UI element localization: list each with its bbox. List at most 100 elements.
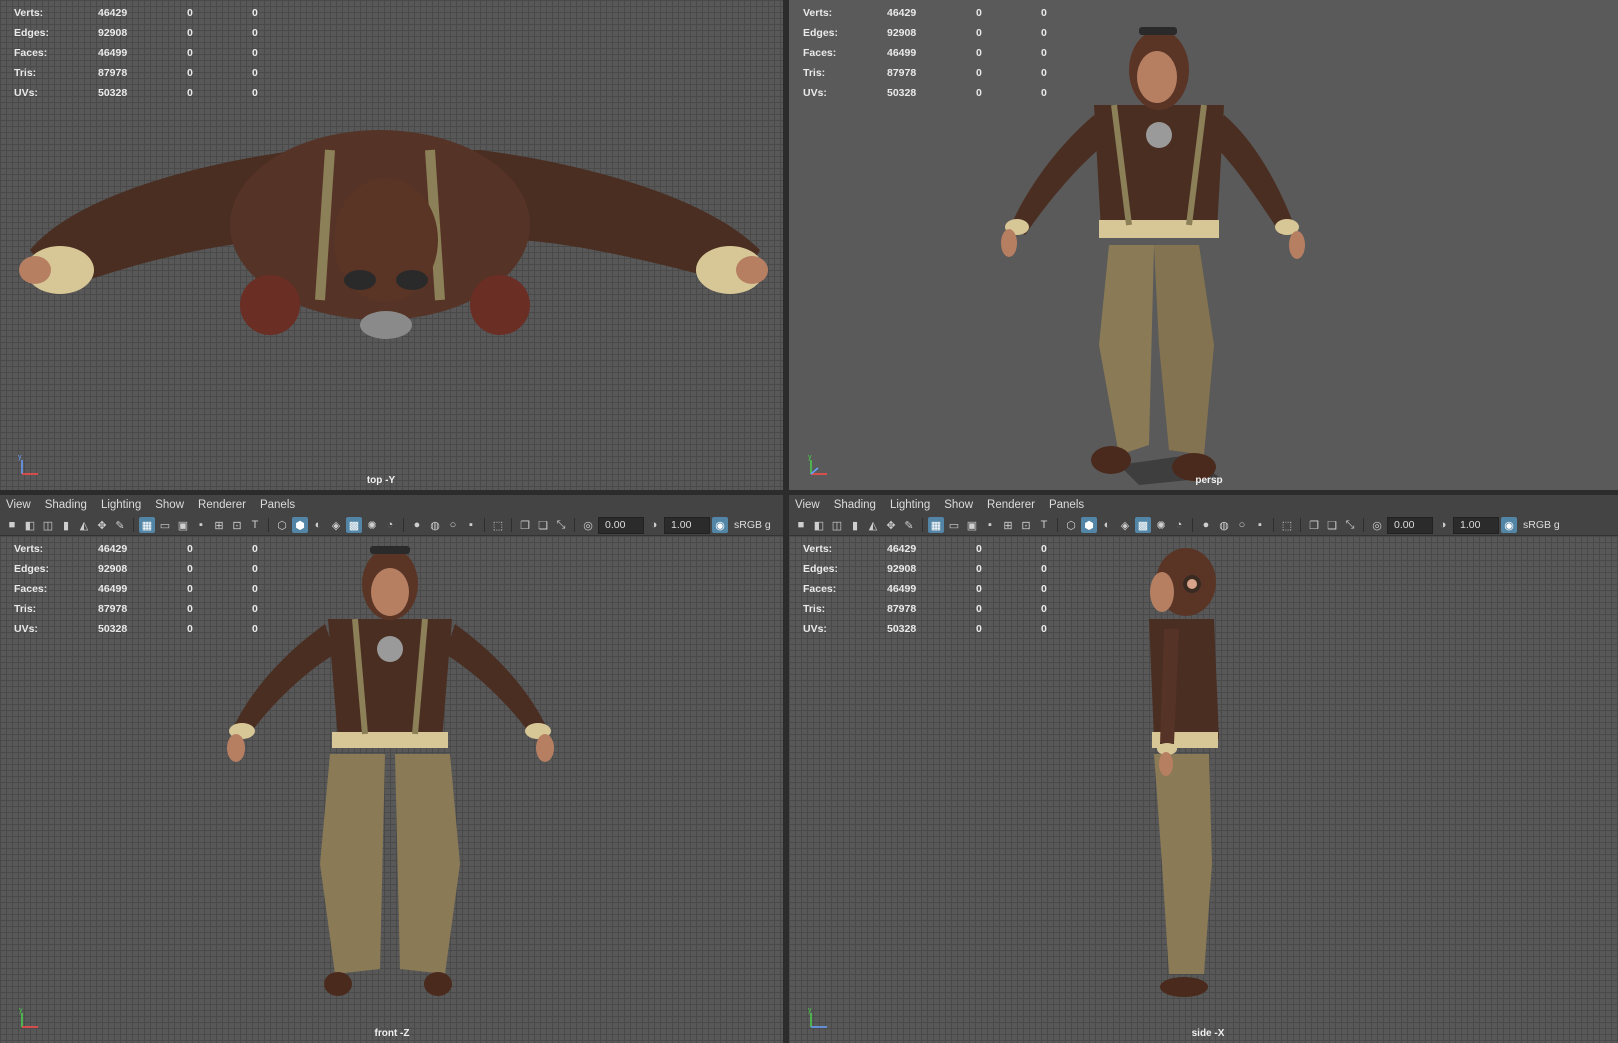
toolbar-separator bbox=[133, 518, 134, 532]
wireframe-on-shaded-icon[interactable]: ◈ bbox=[1117, 517, 1133, 533]
grease-pencil-icon[interactable]: ✎ bbox=[901, 517, 917, 533]
lights-icon[interactable]: ✺ bbox=[364, 517, 380, 533]
shadows-icon[interactable]: ◔ bbox=[1171, 517, 1187, 533]
lights-icon[interactable]: ✺ bbox=[1153, 517, 1169, 533]
xray-joints-icon[interactable]: ⤡ bbox=[1342, 517, 1358, 533]
camera-icon[interactable]: ■ bbox=[793, 517, 809, 533]
screen-space-ao-icon[interactable]: ● bbox=[409, 517, 425, 533]
exposure-field[interactable]: 0.00 bbox=[1387, 516, 1433, 534]
shadows-icon[interactable]: ◔ bbox=[382, 517, 398, 533]
axis-gizmo-side: y bbox=[808, 1007, 827, 1028]
menu-show[interactable]: Show bbox=[149, 499, 192, 511]
menu-panels[interactable]: Panels bbox=[1043, 499, 1092, 511]
field-chart-icon[interactable]: ⊞ bbox=[211, 517, 227, 533]
2d-pan-zoom-icon[interactable]: ✥ bbox=[883, 517, 899, 533]
camera-attributes-icon[interactable]: ◧ bbox=[811, 517, 827, 533]
exposure-icon[interactable]: ◎ bbox=[1369, 517, 1385, 533]
screen-space-ao-icon[interactable]: ● bbox=[1198, 517, 1214, 533]
xray-active-components-icon[interactable]: ❏ bbox=[535, 517, 551, 533]
menu-shading[interactable]: Shading bbox=[828, 499, 884, 511]
camera-icon[interactable]: ■ bbox=[4, 517, 20, 533]
smooth-shade-icon[interactable]: ⬢ bbox=[1081, 517, 1097, 533]
motion-blur-icon[interactable]: ◍ bbox=[1216, 517, 1232, 533]
viewport-persp[interactable]: Verts: 46429 0 0 Edges: 92908 0 0 Faces: 46499 0… bbox=[789, 0, 1618, 490]
color-management-icon[interactable]: ◉ bbox=[712, 517, 728, 533]
isolate-select-icon[interactable]: ⬚ bbox=[490, 517, 506, 533]
grid-toggle-icon[interactable]: ▦ bbox=[139, 517, 155, 533]
menu-renderer[interactable]: Renderer bbox=[981, 499, 1043, 511]
depth-of-field-icon[interactable]: ▪ bbox=[1252, 517, 1268, 533]
gamma-field[interactable]: 1.00 bbox=[1453, 516, 1499, 534]
character-model-persp-view[interactable] bbox=[989, 15, 1329, 485]
xray-active-components-icon[interactable]: ❏ bbox=[1324, 517, 1340, 533]
hud-row-tris: Tris: 87978 0 0 bbox=[14, 67, 258, 79]
2d-pan-zoom-icon[interactable]: ✥ bbox=[94, 517, 110, 533]
gamma-icon[interactable]: ◑ bbox=[1435, 517, 1451, 533]
pane-divider-vertical[interactable] bbox=[783, 0, 789, 1043]
pane-divider-horizontal[interactable] bbox=[0, 490, 1618, 495]
bookmark-camera-icon[interactable]: ◫ bbox=[40, 517, 56, 533]
safe-action-icon[interactable]: ⊡ bbox=[229, 517, 245, 533]
multisample-aa-icon[interactable]: ○ bbox=[445, 517, 461, 533]
xray-joints-icon[interactable]: ⤡ bbox=[553, 517, 569, 533]
film-gate-icon[interactable]: ▭ bbox=[157, 517, 173, 533]
toolbar-separator bbox=[922, 518, 923, 532]
safe-title-icon[interactable]: T bbox=[1036, 517, 1052, 533]
image-plane-icon[interactable]: ◭ bbox=[865, 517, 881, 533]
motion-blur-icon[interactable]: ◍ bbox=[427, 517, 443, 533]
menu-panels[interactable]: Panels bbox=[254, 499, 303, 511]
menu-view[interactable]: View bbox=[0, 499, 39, 511]
textured-icon[interactable]: ▩ bbox=[346, 517, 362, 533]
menu-lighting[interactable]: Lighting bbox=[95, 499, 149, 511]
character-model-front-view[interactable] bbox=[220, 544, 560, 1009]
gate-mask-icon[interactable]: ▪ bbox=[982, 517, 998, 533]
textured-icon[interactable]: ▩ bbox=[1135, 517, 1151, 533]
wireframe-icon[interactable]: ⬡ bbox=[274, 517, 290, 533]
gamma-icon[interactable]: ◑ bbox=[646, 517, 662, 533]
character-model-side-view[interactable] bbox=[1124, 544, 1234, 1009]
smooth-shade-icon[interactable]: ⬢ bbox=[292, 517, 308, 533]
bookmark-camera-icon[interactable]: ◫ bbox=[829, 517, 845, 533]
wireframe-on-shaded-icon[interactable]: ◈ bbox=[328, 517, 344, 533]
toolbar-separator bbox=[268, 518, 269, 532]
menu-shading[interactable]: Shading bbox=[39, 499, 95, 511]
exposure-icon[interactable]: ◎ bbox=[580, 517, 596, 533]
xray-icon[interactable]: ❐ bbox=[1306, 517, 1322, 533]
viewport-side[interactable]: Verts: 46429 0 0 Edges: 92908 0 0 Faces: 46499 0… bbox=[789, 536, 1618, 1043]
menu-renderer[interactable]: Renderer bbox=[192, 499, 254, 511]
bookmark-icon[interactable]: ▮ bbox=[58, 517, 74, 533]
menu-lighting[interactable]: Lighting bbox=[884, 499, 938, 511]
default-material-icon[interactable]: ◐ bbox=[1099, 517, 1115, 533]
view-transform-select[interactable]: sRGB g bbox=[730, 519, 771, 531]
gamma-field[interactable]: 1.00 bbox=[664, 516, 710, 534]
default-material-icon[interactable]: ◐ bbox=[310, 517, 326, 533]
menu-show[interactable]: Show bbox=[938, 499, 981, 511]
camera-label-top: top -Y bbox=[366, 475, 396, 486]
depth-of-field-icon[interactable]: ▪ bbox=[463, 517, 479, 533]
resolution-gate-icon[interactable]: ▣ bbox=[964, 517, 980, 533]
image-plane-icon[interactable]: ◭ bbox=[76, 517, 92, 533]
viewport-front[interactable]: Verts: 46429 0 0 Edges: 92908 0 0 Faces: 46499 0… bbox=[0, 536, 783, 1043]
gate-mask-icon[interactable]: ▪ bbox=[193, 517, 209, 533]
grid-toggle-icon[interactable]: ▦ bbox=[928, 517, 944, 533]
multisample-aa-icon[interactable]: ○ bbox=[1234, 517, 1250, 533]
panel-menubar: View Shading Lighting Show Renderer Pane… bbox=[789, 495, 1618, 515]
film-gate-icon[interactable]: ▭ bbox=[946, 517, 962, 533]
bookmark-icon[interactable]: ▮ bbox=[847, 517, 863, 533]
xray-icon[interactable]: ❐ bbox=[517, 517, 533, 533]
safe-title-icon[interactable]: T bbox=[247, 517, 263, 533]
resolution-gate-icon[interactable]: ▣ bbox=[175, 517, 191, 533]
wireframe-icon[interactable]: ⬡ bbox=[1063, 517, 1079, 533]
isolate-select-icon[interactable]: ⬚ bbox=[1279, 517, 1295, 533]
exposure-field[interactable]: 0.00 bbox=[598, 516, 644, 534]
character-model-top-view[interactable] bbox=[0, 130, 783, 370]
camera-attributes-icon[interactable]: ◧ bbox=[22, 517, 38, 533]
safe-action-icon[interactable]: ⊡ bbox=[1018, 517, 1034, 533]
viewport-top[interactable]: Verts: 46429 0 0 Edges: 92908 0 0 Faces: 46499 0… bbox=[0, 0, 783, 490]
axis-gizmo-persp: y bbox=[808, 454, 827, 475]
grease-pencil-icon[interactable]: ✎ bbox=[112, 517, 128, 533]
view-transform-select[interactable]: sRGB g bbox=[1519, 519, 1560, 531]
color-management-icon[interactable]: ◉ bbox=[1501, 517, 1517, 533]
field-chart-icon[interactable]: ⊞ bbox=[1000, 517, 1016, 533]
menu-view[interactable]: View bbox=[789, 499, 828, 511]
